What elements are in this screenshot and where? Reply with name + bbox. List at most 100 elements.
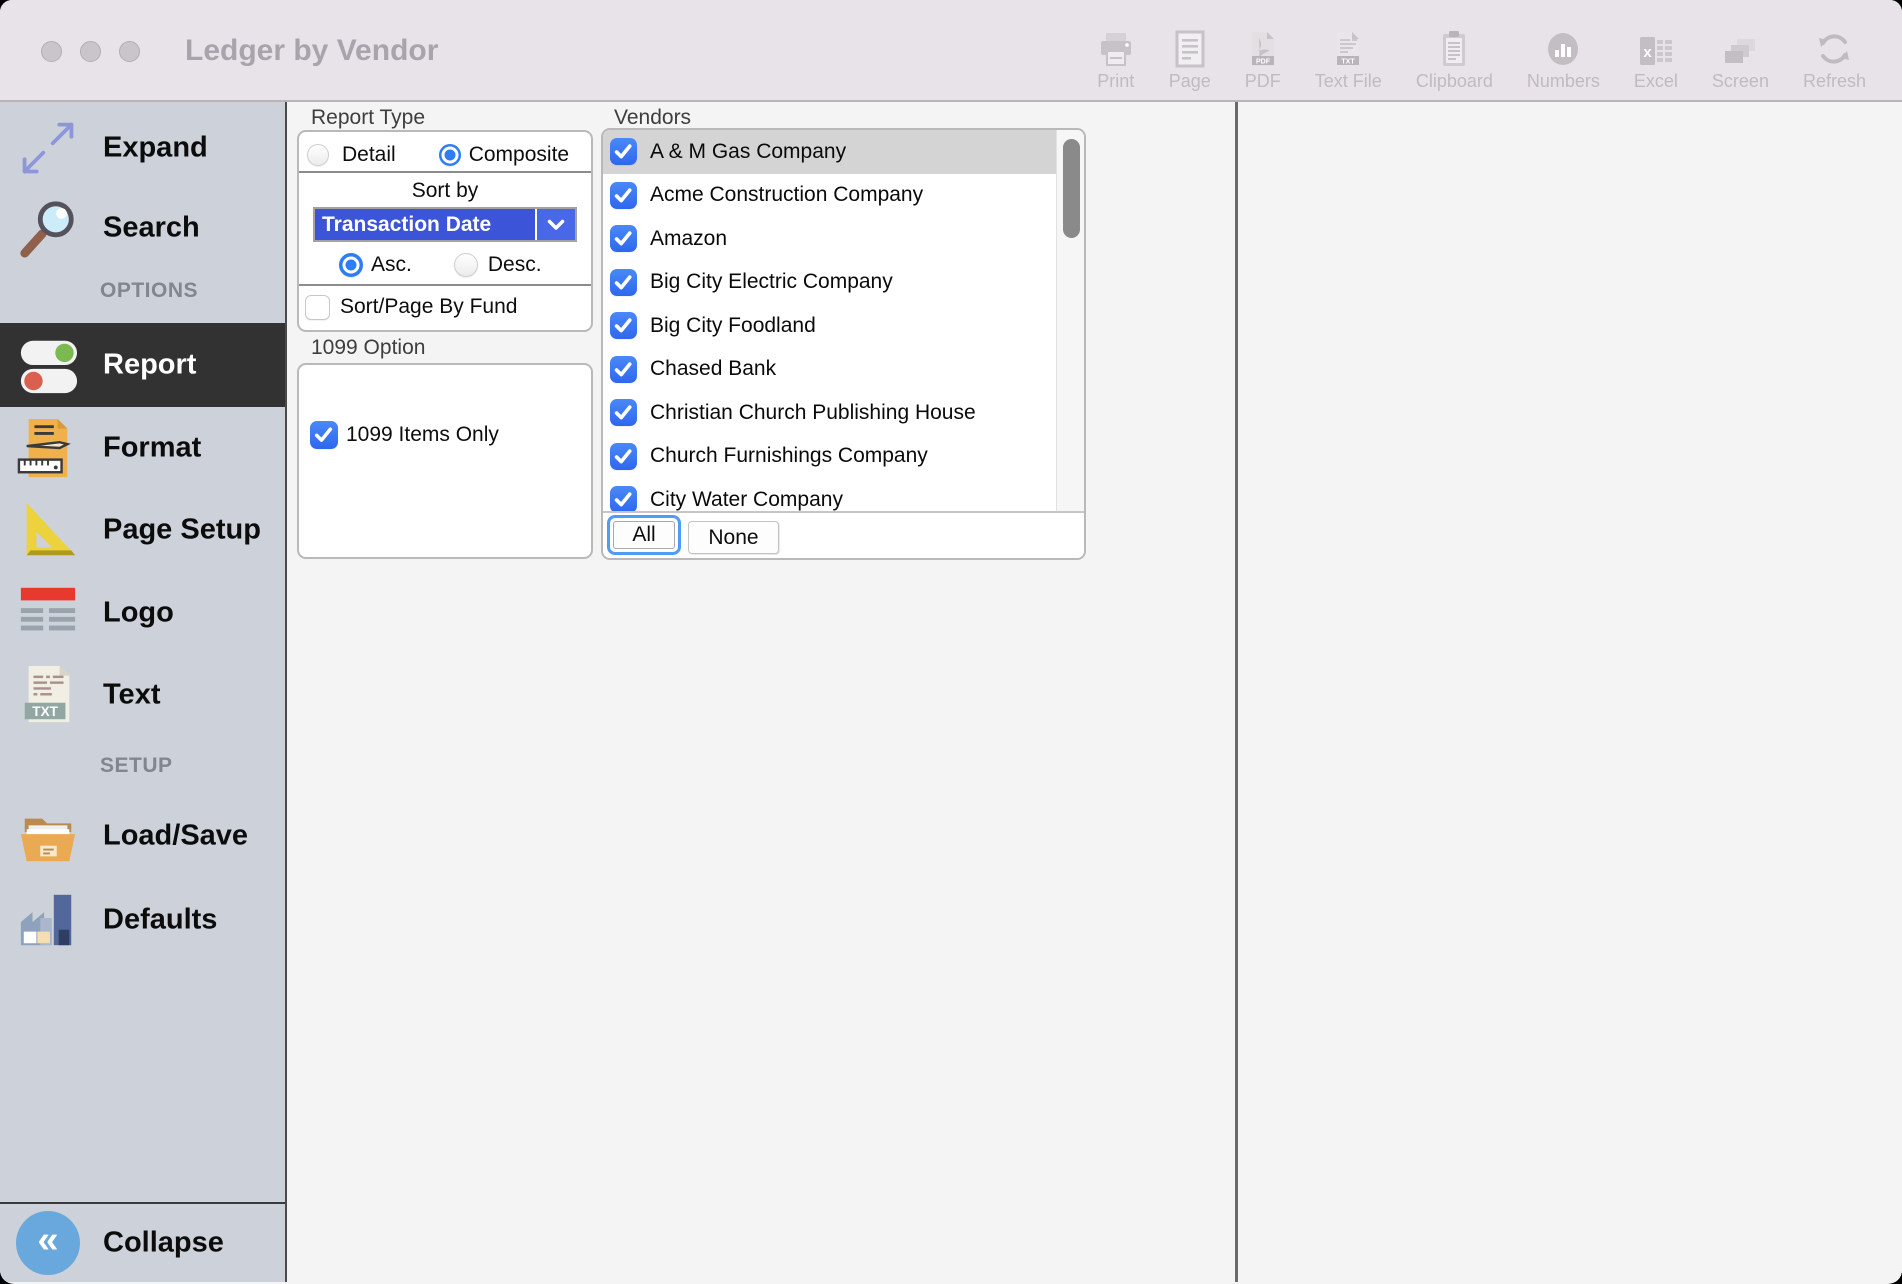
report-type-label: Report Type [311, 106, 425, 130]
vendor-row[interactable]: Christian Church Publishing House [603, 391, 1056, 435]
expand-icon [14, 114, 82, 182]
minimize-window-button[interactable] [80, 41, 101, 62]
sidebar-item-load-save[interactable]: Load/Save [0, 794, 285, 878]
sort-page-by-fund-label: Sort/Page By Fund [340, 295, 517, 319]
vendor-row[interactable]: A & M Gas Company [603, 130, 1056, 174]
zoom-window-button[interactable] [119, 41, 140, 62]
toolbar-clipboard-button[interactable]: Clipboard [1416, 26, 1493, 92]
vendor-row[interactable]: Amazon [603, 217, 1056, 261]
sort-by-selected-value: Transaction Date [315, 209, 535, 240]
vendors-scrollbar[interactable] [1056, 130, 1086, 515]
items-1099-only-label: 1099 Items Only [346, 423, 499, 447]
text-file-txt-icon: TXT [14, 661, 82, 729]
vendor-name: Acme Construction Company [650, 183, 923, 207]
vendors-button-bar: All None [603, 511, 1084, 558]
vendor-name: Christian Church Publishing House [650, 401, 976, 425]
items-1099-only-checkbox[interactable] [310, 421, 338, 449]
vendor-row[interactable]: Big City Electric Company [603, 261, 1056, 305]
report-toggles-icon [14, 331, 82, 399]
separator [299, 284, 591, 286]
select-all-button[interactable]: All [613, 521, 675, 549]
format-icon [14, 414, 82, 482]
collapse-chevrons-icon: « [16, 1211, 80, 1275]
sidebar: Expand Search OPTIONS Report Format [0, 102, 287, 1282]
sidebar-item-defaults[interactable]: Defaults [0, 878, 285, 962]
toolbar-text-file-button[interactable]: TXT Text File [1315, 26, 1382, 92]
sidebar-item-logo[interactable]: Logo [0, 571, 285, 655]
detail-radio-label: Detail [342, 143, 396, 167]
ascending-radio[interactable] [339, 253, 363, 277]
toolbar-screen-button[interactable]: Screen [1712, 26, 1769, 92]
ascending-radio-label: Asc. [371, 253, 412, 277]
text-file-icon: TXT [1332, 26, 1364, 68]
vendor-name: Big City Electric Company [650, 270, 893, 294]
descending-radio[interactable] [454, 253, 478, 277]
sidebar-section-setup: SETUP [100, 754, 173, 778]
all-button-focus-ring: All [607, 515, 681, 555]
vendor-checkbox[interactable] [610, 312, 637, 339]
toolbar-numbers-button[interactable]: Numbers [1527, 26, 1600, 92]
vendor-checkbox[interactable] [610, 269, 637, 296]
chevron-down-icon [537, 209, 575, 240]
vendor-row[interactable]: City Water Company [603, 478, 1056, 515]
vendor-row[interactable]: Chased Bank [603, 348, 1056, 392]
toolbar-print-button[interactable]: Print [1097, 26, 1135, 92]
clipboard-icon [1439, 26, 1469, 68]
app-window: Ledger by Vendor Print Page PDF PDF [0, 0, 1902, 1284]
search-icon [14, 194, 82, 262]
composite-radio[interactable] [439, 144, 461, 166]
pdf-file-icon: PDF [1247, 26, 1279, 68]
select-none-button[interactable]: None [688, 521, 779, 554]
sidebar-item-search[interactable]: Search [0, 186, 285, 270]
sidebar-item-text[interactable]: TXT Text [0, 653, 285, 737]
sidebar-collapse-button[interactable]: « Collapse [0, 1202, 285, 1282]
detail-radio[interactable] [307, 144, 329, 166]
svg-text:TXT: TXT [1342, 59, 1356, 66]
svg-text:PDF: PDF [1256, 59, 1271, 66]
vendor-checkbox[interactable] [610, 182, 637, 209]
vendors-label: Vendors [614, 106, 691, 130]
report-type-groupbox: Detail Composite Sort by Transaction Dat… [297, 130, 593, 332]
svg-text:TXT: TXT [32, 704, 58, 719]
sidebar-section-options: OPTIONS [100, 279, 198, 303]
vendor-row[interactable]: Acme Construction Company [603, 174, 1056, 218]
main-content: Report Type Detail Composite Sort by Tra… [287, 102, 1902, 1282]
sort-page-by-fund-checkbox[interactable] [305, 295, 330, 320]
vendor-checkbox[interactable] [610, 486, 637, 513]
sidebar-item-expand[interactable]: Expand [0, 106, 285, 190]
vendors-scrollbar-thumb[interactable] [1063, 139, 1080, 238]
vendor-row[interactable]: Big City Foodland [603, 304, 1056, 348]
vendor-checkbox[interactable] [610, 356, 637, 383]
vendor-checkbox[interactable] [610, 138, 637, 165]
vendor-checkbox[interactable] [610, 443, 637, 470]
sidebar-item-report[interactable]: Report [0, 323, 285, 407]
vendors-list: A & M Gas Company Acme Construction Comp… [603, 130, 1056, 515]
sort-by-select[interactable]: Transaction Date [313, 207, 577, 242]
vendor-name: Church Furnishings Company [650, 444, 928, 468]
separator [299, 171, 591, 173]
vendor-row[interactable]: Church Furnishings Company [603, 435, 1056, 479]
toolbar-page-button[interactable]: Page [1169, 26, 1211, 92]
excel-icon: x [1638, 26, 1674, 68]
sidebar-item-page-setup[interactable]: Page Setup [0, 488, 285, 572]
vendor-name: Big City Foodland [650, 314, 816, 338]
toolbar-excel-button[interactable]: x Excel [1634, 26, 1678, 92]
preview-pane-divider[interactable] [1235, 102, 1238, 1282]
vendor-checkbox[interactable] [610, 225, 637, 252]
composite-radio-label: Composite [469, 143, 569, 167]
toolbar: Print Page PDF PDF TXT Text File [1097, 26, 1866, 92]
toolbar-pdf-button[interactable]: PDF PDF [1245, 26, 1281, 92]
option-1099-label: 1099 Option [311, 336, 425, 360]
sort-by-label: Sort by [299, 179, 591, 203]
page-icon [1174, 26, 1206, 68]
toolbar-refresh-button[interactable]: Refresh [1803, 26, 1866, 92]
screen-icon [1721, 26, 1759, 68]
vendor-name: Amazon [650, 227, 727, 251]
vendors-panel: A & M Gas Company Acme Construction Comp… [601, 128, 1086, 560]
vendor-name: A & M Gas Company [650, 140, 846, 164]
vendor-checkbox[interactable] [610, 399, 637, 426]
sidebar-item-format[interactable]: Format [0, 406, 285, 490]
close-window-button[interactable] [41, 41, 62, 62]
vendor-name: City Water Company [650, 488, 843, 512]
folder-icon [14, 802, 82, 870]
